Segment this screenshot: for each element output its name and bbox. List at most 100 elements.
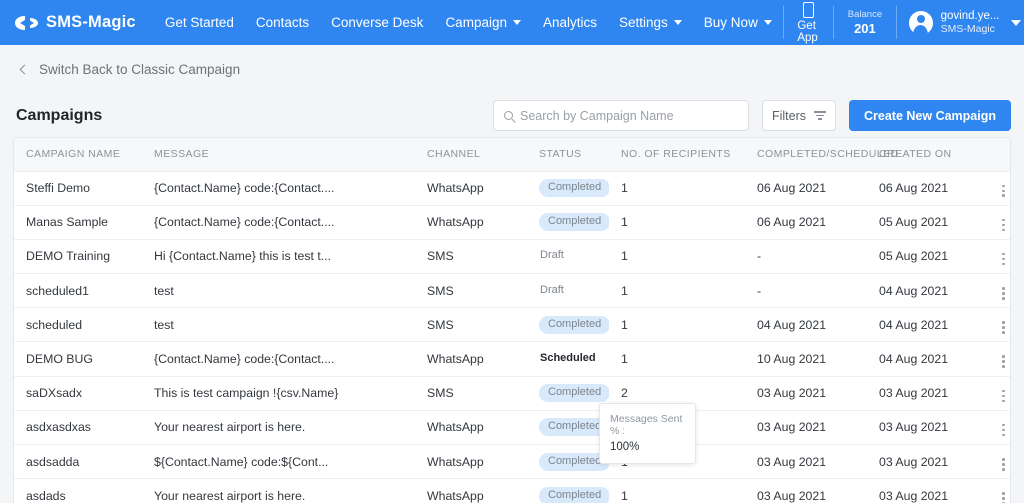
column-header-channel[interactable]: CHANNEL [419, 138, 524, 172]
status-badge: Completed [539, 486, 609, 503]
balance-value: 201 [854, 21, 876, 36]
nav-item-buy-now[interactable]: Buy Now [693, 0, 783, 45]
cell-message: {Contact.Name} code:{Contact.... [144, 341, 419, 377]
table-row[interactable]: scheduled test SMS Completed 1 04 Aug 2021 04 … [14, 307, 1010, 343]
cell-campaign-name: scheduled1 [14, 273, 144, 309]
chevron-down-icon [763, 20, 772, 25]
kebab-menu-icon[interactable] [994, 421, 1010, 440]
column-header-status[interactable]: STATUS [524, 138, 609, 172]
nav-label: Get Started [164, 15, 234, 30]
nav-item-analytics[interactable]: Analytics [532, 0, 608, 45]
cell-channel: WhatsApp [419, 205, 524, 240]
nav-item-settings[interactable]: Settings [608, 0, 693, 45]
nav-item-get-started[interactable]: Get Started [154, 0, 245, 45]
column-header-completed-scheduled[interactable]: COMPLETED/SCHEDULED [749, 138, 898, 172]
user-info: govind.ye... SMS-Magic [941, 9, 1000, 37]
table-row[interactable]: Steffi Demo {Contact.Name} code:{Contact.… [14, 171, 1010, 206]
table-body: Steffi Demo {Contact.Name} code:{Contact.… [14, 171, 1010, 503]
cell-status: Completed [524, 376, 609, 411]
cell-channel: SMS [419, 376, 524, 411]
nav-item-contacts[interactable]: Contacts [245, 0, 320, 45]
cell-campaign-name: Manas Sample [14, 205, 144, 240]
user-name: govind.ye... [940, 9, 1000, 22]
cell-channel: SMS [419, 239, 524, 275]
brand-logo-link[interactable]: SMS-Magic [0, 0, 154, 45]
kebab-menu-icon[interactable] [994, 216, 1010, 235]
cell-row-actions[interactable] [981, 307, 1010, 343]
table-row[interactable]: asdsadda ${Contact.Name} code:${Cont... Wh… [14, 444, 1010, 480]
cell-row-actions[interactable] [981, 273, 1010, 309]
filter-icon [814, 111, 827, 120]
column-header-no-of-recipients[interactable]: NO. OF RECIPIENTS [609, 138, 749, 172]
cell-row-actions[interactable] [981, 239, 1010, 275]
kebab-menu-icon[interactable] [994, 182, 1010, 201]
table-row[interactable]: asdxasdxas Your nearest airport is here. W… [14, 410, 1010, 446]
kebab-menu-icon[interactable] [994, 489, 1010, 503]
cell-row-actions[interactable] [981, 410, 1010, 446]
cell-row-actions[interactable] [981, 376, 1010, 411]
table-row[interactable]: asdads Your nearest airport is here. Whats… [14, 478, 1010, 503]
cell-row-actions[interactable] [981, 171, 1010, 206]
kebab-menu-icon[interactable] [994, 455, 1010, 474]
search-box[interactable] [492, 100, 749, 131]
status-badge: Completed [539, 384, 609, 403]
nav-item-campaign[interactable]: Campaign [434, 0, 532, 45]
navbar-right-cluster: Get App Balance 201 govind.ye... SMS-Mag… [782, 0, 1024, 45]
table-row[interactable]: saDXsadx This is test campaign !{csv.Name… [14, 376, 1010, 411]
kebab-menu-icon[interactable] [994, 318, 1010, 337]
cell-no-of-recipients: 1 [609, 205, 749, 240]
cell-row-actions[interactable] [981, 205, 1010, 240]
kebab-menu-icon[interactable] [994, 284, 1010, 303]
cell-message: test [144, 273, 419, 309]
table-row[interactable]: DEMO Training Hi {Contact.Name} this is t… [14, 239, 1010, 275]
kebab-menu-icon[interactable] [994, 387, 1010, 406]
cell-channel: WhatsApp [419, 478, 524, 503]
cell-created-on: 05 Aug 2021 [871, 239, 981, 275]
cell-completed-scheduled: 04 Aug 2021 [749, 307, 871, 343]
mobile-phone-icon [802, 1, 814, 18]
user-avatar-icon [908, 10, 933, 36]
search-input[interactable] [519, 108, 738, 123]
cell-row-actions[interactable] [981, 444, 1010, 480]
column-header-created-on[interactable]: CREATED ON [871, 138, 981, 172]
table-row[interactable]: DEMO BUG {Contact.Name} code:{Contact....… [14, 341, 1010, 377]
cell-no-of-recipients: 1 [609, 171, 749, 206]
nav-label: Campaign [445, 15, 507, 30]
cell-status: Completed [524, 410, 609, 446]
cell-campaign-name: saDXsadx [14, 376, 144, 411]
nav-item-converse-desk[interactable]: Converse Desk [320, 0, 434, 45]
get-app-button[interactable]: Get App [783, 0, 833, 45]
table-row[interactable]: scheduled1 test SMS Draft 1-04 Aug 2021 [14, 273, 1010, 309]
cell-row-actions[interactable] [981, 341, 1010, 377]
cell-campaign-name: asdads [14, 478, 144, 503]
user-menu[interactable]: govind.ye... SMS-Magic [897, 0, 1024, 45]
cell-no-of-recipients: 1 [609, 239, 749, 275]
nav-label: Contacts [255, 15, 310, 30]
cell-no-of-recipients: 1 [609, 478, 749, 503]
cell-row-actions[interactable] [981, 478, 1010, 503]
status-badge: Draft [540, 249, 564, 262]
tooltip-label: Messages Sent % : [610, 413, 683, 437]
get-app-label: Get App [797, 19, 818, 44]
column-header-campaign-name[interactable]: CAMPAIGN NAME [14, 138, 144, 172]
filters-button[interactable]: Filters [761, 100, 837, 131]
nav-label: Analytics [542, 15, 598, 30]
cell-created-on: 03 Aug 2021 [871, 410, 981, 446]
table-row[interactable]: Manas Sample {Contact.Name} code:{Contact… [14, 205, 1010, 240]
column-header-message[interactable]: MESSAGE [144, 138, 419, 172]
cell-status: Completed [524, 307, 609, 343]
cell-message: ${Contact.Name} code:${Cont... [144, 444, 419, 480]
kebab-menu-icon[interactable] [994, 352, 1010, 371]
cell-completed-scheduled: 10 Aug 2021 [749, 341, 871, 377]
cell-completed-scheduled: 03 Aug 2021 [749, 410, 871, 446]
cell-campaign-name: Steffi Demo [14, 171, 144, 206]
cell-message: Your nearest airport is here. [144, 478, 419, 503]
switch-back-to-classic-campaign-link[interactable]: Switch Back to Classic Campaign [13, 45, 240, 77]
cell-message: This is test campaign !{csv.Name} [144, 376, 419, 411]
cell-message: {Contact.Name} code:{Contact.... [144, 205, 419, 240]
status-badge: Completed [539, 213, 609, 232]
cell-status: Completed [524, 171, 609, 206]
kebab-menu-icon[interactable] [994, 250, 1010, 269]
status-badge: Completed [539, 179, 609, 198]
create-new-campaign-button[interactable]: Create New Campaign [849, 100, 1011, 131]
